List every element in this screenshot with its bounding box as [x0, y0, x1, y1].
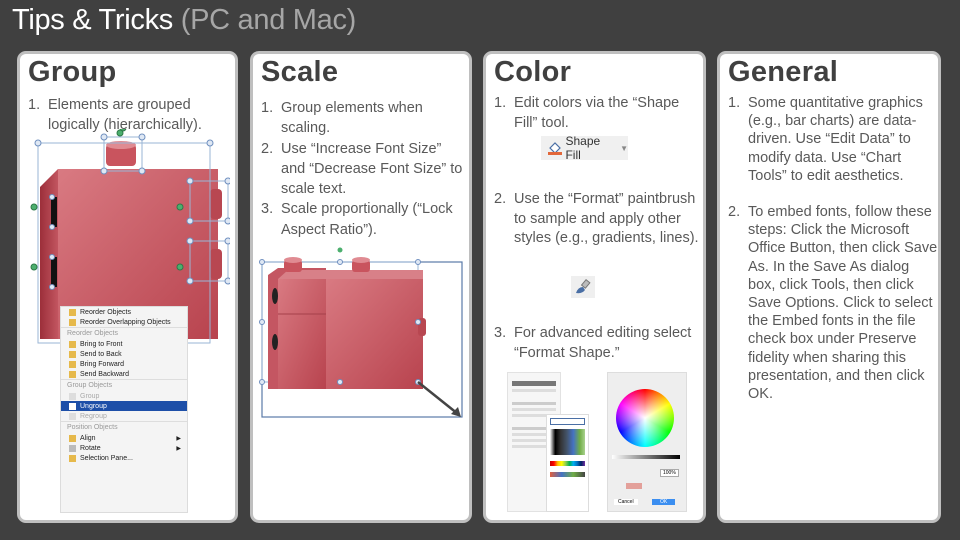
- color-tips-list-2: 2. Use the “Format” paintbrush to sample …: [494, 190, 699, 249]
- menu-item-group[interactable]: Group: [61, 391, 187, 401]
- rotate-icon: [69, 444, 76, 452]
- paint-bucket-icon: [548, 142, 562, 155]
- panel-heading: Scale: [261, 56, 339, 88]
- context-menu: Reorder Objects Reorder Overlapping Obje…: [60, 306, 188, 513]
- color-tips-list-1: 1. Edit colors via the “Shape Fill” tool.: [494, 94, 699, 133]
- menu-section-header: Group Objects: [61, 379, 187, 391]
- colors-dialog: 100% Cancel OK: [607, 372, 687, 512]
- opacity-value[interactable]: 100%: [660, 469, 679, 477]
- list-item: 2. Use the “Format” paintbrush to sample …: [494, 191, 699, 246]
- menu-section-header: Position Objects: [61, 421, 187, 433]
- bring-forward-icon: [69, 360, 76, 368]
- block-side: [40, 169, 58, 339]
- dropdown-caret-icon: ▼: [620, 143, 628, 153]
- slide-title: Tips & Tricks (PC and Mac): [12, 4, 356, 37]
- scaling-shape-illustration: [259, 247, 463, 418]
- paintbrush-icon: [576, 278, 591, 294]
- menu-item-regroup[interactable]: Regroup: [61, 411, 187, 421]
- submenu-arrow-icon: ▶: [176, 445, 181, 452]
- reorder-icon: [69, 308, 76, 316]
- list-item: 1. Group elements when scaling.: [261, 100, 423, 137]
- cancel-button[interactable]: Cancel: [614, 499, 638, 505]
- ungroup-icon: [69, 402, 76, 410]
- scale-tips-list: 1. Group elements when scaling. 2. Use “In…: [261, 98, 466, 240]
- selection-pane-icon: [69, 454, 76, 462]
- color-panel: Color 1. Edit colors via the “Shape Fill”…: [483, 51, 706, 523]
- submenu-arrow-icon: ▶: [176, 435, 181, 442]
- bring-to-front-icon: [69, 340, 76, 348]
- menu-item-selection-pane[interactable]: Selection Pane...: [61, 453, 187, 463]
- align-icon: [69, 434, 76, 442]
- shape-fill-button[interactable]: Shape Fill ▼: [541, 134, 628, 162]
- panel-heading: General: [728, 56, 839, 88]
- menu-item-ungroup[interactable]: Ungroup: [61, 401, 187, 411]
- general-panel: General 1. Some quantitative graphics (e.…: [717, 51, 941, 523]
- menu-item-reorder-objects[interactable]: Reorder Objects: [61, 307, 187, 317]
- menu-item-bring-forward[interactable]: Bring Forward: [61, 359, 187, 369]
- menu-item-send-to-back[interactable]: Send to Back: [61, 349, 187, 359]
- group-panel: Group 1. Elements are grouped logically (…: [17, 51, 238, 523]
- scale-panel: Scale 1. Group elements when scaling. 2. U…: [250, 51, 472, 523]
- list-item: 2. To embed fonts, follow these steps: Cl…: [728, 204, 938, 403]
- ok-button[interactable]: OK: [652, 499, 676, 505]
- general-tips-list: 1. Some quantitative graphics (e.g., bar …: [728, 94, 938, 403]
- menu-item-send-backward[interactable]: Send Backward: [61, 369, 187, 379]
- list-item: 1. Edit colors via the “Shape Fill” tool.: [494, 95, 680, 131]
- regroup-icon: [69, 412, 76, 420]
- list-item: 3. For advanced editing select “Format Sh…: [494, 325, 692, 361]
- title-sub: (PC and Mac): [180, 4, 357, 36]
- send-backward-icon: [69, 370, 76, 378]
- resize-arrow-icon: [417, 381, 459, 415]
- panel-heading: Group: [28, 56, 117, 88]
- brightness-slider[interactable]: [612, 455, 680, 459]
- color-palette-dropdown: [546, 414, 589, 512]
- color-tips-list-3: 3. For advanced editing select “Format Sh…: [494, 324, 699, 363]
- menu-item-rotate[interactable]: Rotate ▶: [61, 443, 187, 453]
- format-painter-button[interactable]: [571, 276, 595, 298]
- list-item: 3. Scale proportionally (“Lock Aspect Rat…: [261, 201, 453, 238]
- group-icon: [69, 392, 76, 400]
- send-to-back-icon: [69, 350, 76, 358]
- list-item: 2. Use “Increase Font Size” and “Decrease…: [261, 140, 463, 198]
- menu-item-bring-to-front[interactable]: Bring to Front: [61, 339, 187, 349]
- menu-section-header: Reorder Objects: [61, 327, 187, 339]
- title-main: Tips & Tricks: [12, 4, 173, 36]
- reorder-overlapping-icon: [69, 318, 76, 326]
- menu-item-reorder-overlapping[interactable]: Reorder Overlapping Objects: [61, 317, 187, 327]
- list-item: 1. Some quantitative graphics (e.g., bar …: [728, 95, 923, 184]
- menu-item-align[interactable]: Align ▶: [61, 433, 187, 443]
- panel-heading: Color: [494, 56, 572, 88]
